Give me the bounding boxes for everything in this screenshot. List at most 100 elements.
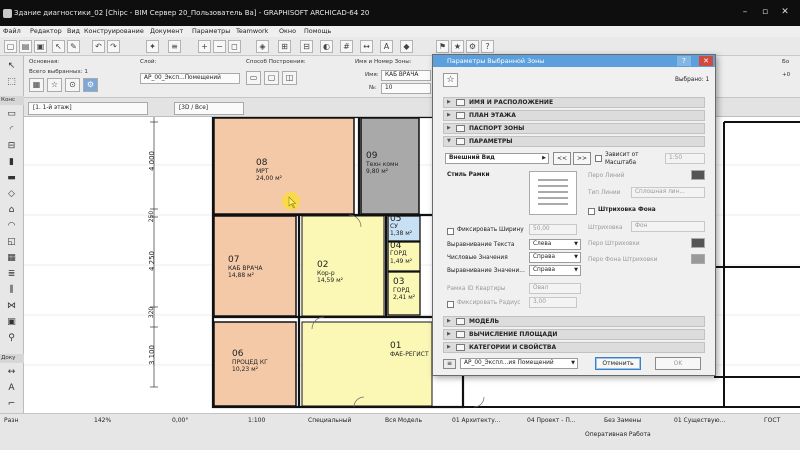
room-stamp[interactable]: 07 КАБ ВРАЧА 14,88 м² xyxy=(228,255,262,279)
lock-icon[interactable]: ⊙ xyxy=(65,78,80,92)
line-type-select[interactable]: Сплошная лин... xyxy=(631,187,705,198)
dialog-layer-select[interactable]: АР_00_Экспл...ия Помещений ▼ xyxy=(460,358,578,369)
room-stamp[interactable]: 03 ГОРД 2,41 м² xyxy=(393,277,415,301)
3d-view-icon[interactable]: ◈ xyxy=(256,40,269,53)
dimension-standard-select[interactable]: ГОСТ xyxy=(764,417,780,424)
minimize-icon[interactable]: – xyxy=(738,6,752,19)
layer-combination-select[interactable]: Специальный xyxy=(308,417,351,424)
teamwork-icon[interactable]: ⚑ xyxy=(436,40,449,53)
fix-radius-checkbox[interactable] xyxy=(447,301,454,308)
menu-edit[interactable]: Редактор xyxy=(30,27,62,35)
room-stamp[interactable]: 09 Техн комн 9,80 м² xyxy=(366,151,398,175)
settings-icon[interactable]: ⚙ xyxy=(466,40,479,53)
renovation-filter-select[interactable]: 01 Существую... xyxy=(674,417,725,424)
menu-options[interactable]: Параметры xyxy=(192,27,230,35)
open-icon[interactable]: ▤ xyxy=(19,40,32,53)
skylight-tool-icon[interactable]: ◱ xyxy=(4,236,19,249)
num-values-select[interactable]: Справа ▼ xyxy=(529,252,581,263)
maximize-icon[interactable]: ▫ xyxy=(758,6,772,19)
render-icon[interactable]: ◐ xyxy=(320,40,333,53)
model-view-options-select[interactable]: 04 Проект - П... xyxy=(527,417,576,424)
model-view-select[interactable]: Вся Модель xyxy=(385,417,422,424)
wall-tool-icon[interactable]: ▭ xyxy=(4,108,19,121)
depends-scale-checkbox[interactable] xyxy=(595,155,602,162)
door-tool-icon[interactable]: ◜ xyxy=(4,124,19,137)
align-values-select[interactable]: Справа ▼ xyxy=(529,265,581,276)
text-align-select[interactable]: Слева ▼ xyxy=(529,239,581,250)
favorites-icon[interactable]: ☆ xyxy=(443,73,458,87)
view-select[interactable]: Внешний Вид ▶ xyxy=(445,153,549,164)
pen-lines-swatch[interactable] xyxy=(691,170,705,180)
stair-tool-icon[interactable]: ≣ xyxy=(4,268,19,281)
next-button[interactable]: >> xyxy=(573,152,591,165)
grid-icon[interactable]: # xyxy=(340,40,353,53)
text-tool-icon[interactable]: A xyxy=(4,382,19,395)
eyedropper-icon[interactable]: ✎ xyxy=(67,40,80,53)
label-icon[interactable]: ◆ xyxy=(400,40,413,53)
menu-design[interactable]: Конструирование xyxy=(84,27,144,35)
inner-edge-method-icon[interactable]: ◫ xyxy=(282,71,297,85)
tab-floor-plan[interactable]: [1. 1-й этаж] xyxy=(28,102,148,115)
manual-method-icon[interactable]: ▭ xyxy=(246,71,261,85)
settings-dialog-icon[interactable]: ⚙ xyxy=(83,78,98,92)
close-icon[interactable]: ✕ xyxy=(699,56,713,66)
fit-window-icon[interactable]: ◻ xyxy=(228,40,241,53)
prev-button[interactable]: << xyxy=(553,152,571,165)
room-stamp[interactable]: 05 СУ 1,38 м² xyxy=(390,215,412,238)
section-parameters[interactable]: ▼ ПАРАМЕТРЫ xyxy=(443,136,705,147)
menu-view[interactable]: Вид xyxy=(67,27,80,35)
apt-id-frame-select[interactable]: Овал xyxy=(529,283,581,294)
zone-tool-icon[interactable]: ▦ xyxy=(29,78,44,92)
undo-icon[interactable]: ↶ xyxy=(92,40,105,53)
room-stamp[interactable]: 01 ФАЕ-РЕГИСТ xyxy=(390,341,429,358)
dimension-tool-icon[interactable]: ↔ xyxy=(4,366,19,379)
scale-select[interactable]: 1:100 xyxy=(248,417,265,424)
auto-method-icon[interactable]: ▢ xyxy=(264,71,279,85)
close-icon[interactable]: ✕ xyxy=(778,6,792,19)
pointer-icon[interactable]: ↖ xyxy=(52,40,65,53)
arrow-tool-icon[interactable]: ↖ xyxy=(4,60,19,73)
object-tool-icon[interactable]: ⚲ xyxy=(4,332,19,345)
save-icon[interactable]: ▣ xyxy=(34,40,47,53)
slab-tool-icon[interactable]: ◇ xyxy=(4,188,19,201)
text-icon[interactable]: A xyxy=(380,40,393,53)
section-model[interactable]: ▶ МОДЕЛЬ xyxy=(443,316,705,327)
zone-number-field[interactable]: 10 xyxy=(381,83,431,94)
redo-icon[interactable]: ↷ xyxy=(107,40,120,53)
room-stamp[interactable]: 04 ГОРД 1,49 м² xyxy=(390,242,412,266)
toolbox-section-document[interactable]: Доку xyxy=(0,354,24,363)
layers-icon[interactable]: ≡ xyxy=(168,40,181,53)
fix-width-checkbox[interactable] xyxy=(447,228,454,235)
zoom-out-icon[interactable]: − xyxy=(213,40,226,53)
rotation-angle[interactable]: 0,00° xyxy=(172,417,188,424)
favorites-icon[interactable]: ★ xyxy=(451,40,464,53)
favorites-picker-icon[interactable]: ☆ xyxy=(47,78,62,92)
section-area-calc[interactable]: ▶ ВЫЧИСЛЕНИЕ ПЛОЩАДИ xyxy=(443,329,705,340)
section-categories[interactable]: ▶ КАТЕГОРИИ И СВОЙСТВА xyxy=(443,342,705,353)
marquee-tool-icon[interactable]: ⬚ xyxy=(4,76,19,89)
room-stamp[interactable]: 06 ПРОЦЕД КГ 10,23 м² xyxy=(232,349,268,373)
ok-button[interactable]: OK xyxy=(655,357,701,370)
room-stamp[interactable]: 08 МРТ 24,00 м² xyxy=(256,158,282,182)
toolbox-section-design[interactable]: Конс xyxy=(0,96,24,105)
zone-name-field[interactable]: КАБ ВРАЧА xyxy=(381,70,431,81)
curtain-wall-tool-icon[interactable]: ▦ xyxy=(4,252,19,265)
pen-set-select[interactable]: 01 Архитекту... xyxy=(452,417,500,424)
hatch-bg-checkbox[interactable] xyxy=(588,208,595,215)
label-tool-icon[interactable]: ⌐ xyxy=(4,398,19,411)
room-stamp[interactable]: 02 Кор-р 14,59 м² xyxy=(317,260,343,284)
zone-tool-icon-2[interactable]: ▣ xyxy=(4,316,19,329)
column-tool-icon[interactable]: ▮ xyxy=(4,156,19,169)
zoom-level[interactable]: 142% xyxy=(94,417,111,424)
fix-radius-field[interactable]: 3,00 xyxy=(529,297,577,308)
mesh-tool-icon[interactable]: ⋈ xyxy=(4,300,19,313)
help-icon[interactable]: ? xyxy=(481,40,494,53)
section-floor-plan[interactable]: ▶ ПЛАН ЭТАЖА xyxy=(443,110,705,121)
cancel-button[interactable]: Отменить xyxy=(595,357,641,370)
window-tool-icon[interactable]: ⊟ xyxy=(4,140,19,153)
hatch-pen-swatch[interactable] xyxy=(691,238,705,248)
shell-tool-icon[interactable]: ◠ xyxy=(4,220,19,233)
frame-style-preview[interactable] xyxy=(529,171,577,215)
beam-tool-icon[interactable]: ▬ xyxy=(4,172,19,185)
menu-document[interactable]: Документ xyxy=(150,27,183,35)
